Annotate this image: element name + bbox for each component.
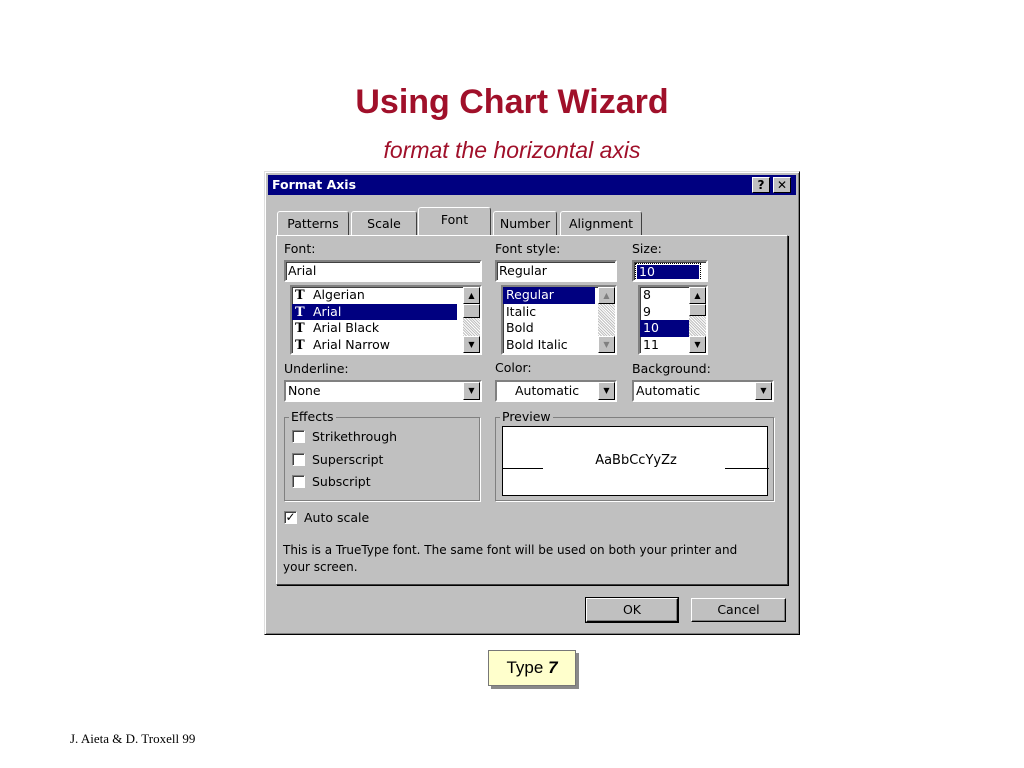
strikethrough-label[interactable]: Strikethrough [312,430,397,444]
superscript-checkbox[interactable] [292,453,305,466]
size-list[interactable]: 8 9 10 11 ▲ ▼ [638,285,708,355]
strikethrough-checkbox[interactable] [292,430,305,443]
size-list-item[interactable]: 10 [640,320,689,337]
color-value: Automatic [515,383,580,398]
scroll-up-icon[interactable]: ▲ [598,287,615,304]
chevron-down-icon[interactable]: ▼ [598,382,615,400]
scroll-up-icon[interactable]: ▲ [463,287,480,304]
truetype-icon: T [295,304,305,320]
color-select[interactable]: Automatic ▼ [495,380,617,402]
tab-scale[interactable]: Scale [351,211,417,235]
effects-label: Effects [289,409,336,424]
dialog-title: Format Axis [272,177,357,192]
preview-box: AaBbCcYyZz [502,426,769,496]
size-list-scrollbar[interactable]: ▲ ▼ [689,287,706,353]
subscript-label[interactable]: Subscript [312,475,371,489]
preview-label: Preview [500,409,553,424]
scroll-down-icon[interactable]: ▼ [689,336,706,353]
underline-value: None [288,383,321,398]
font-list[interactable]: T Algerian T Arial T Arial Black T Arial Nar… [290,285,482,355]
callout-prefix: Type [506,658,549,677]
font-list-item[interactable]: T Algerian [292,287,480,304]
font-list-item[interactable]: T Arial Narrow [292,337,480,354]
tab-patterns[interactable]: Patterns [277,211,349,235]
tab-label: Alignment [568,216,634,231]
preview-sample: AaBbCcYyZz [595,453,677,468]
format-axis-dialog: Format Axis ? ✕ Patterns Scale Font Numb… [264,171,800,635]
slide-title: Using Chart Wizard [355,83,669,121]
background-label: Background: [632,361,711,376]
font-label: Font: [284,241,316,256]
font-style-label: Font style: [495,241,561,256]
underline-label: Underline: [284,361,349,376]
callout-value: 7 [548,658,558,677]
close-icon: ✕ [776,178,788,192]
chevron-down-icon[interactable]: ▼ [755,382,772,400]
chevron-down-icon[interactable]: ▼ [463,382,480,400]
preview-baseline-right [725,468,769,469]
scroll-up-icon[interactable]: ▲ [689,287,706,304]
font-info-line-2: your screen. [283,560,358,574]
auto-scale-checkbox[interactable]: ✓ [284,511,297,524]
close-button[interactable]: ✕ [773,177,791,193]
scroll-down-icon[interactable]: ▼ [598,336,615,353]
slide-footer: J. Aieta & D. Troxell 99 [70,731,196,746]
font-style-scrollbar[interactable]: ▲ ▼ [598,287,615,353]
scroll-down-icon[interactable]: ▼ [463,336,480,353]
underline-select[interactable]: None ▼ [284,380,482,402]
tab-label: Font [440,212,469,227]
help-icon: ? [757,178,765,192]
superscript-label[interactable]: Superscript [312,453,383,467]
size-label: Size: [632,241,662,256]
font-list-scrollbar[interactable]: ▲ ▼ [463,287,480,353]
font-list-item[interactable]: T Arial [292,303,457,320]
slide-subtitle: format the horizontal axis [383,137,641,163]
tab-label: Scale [367,216,401,231]
tab-font[interactable]: Font [418,207,491,235]
background-select[interactable]: Automatic ▼ [632,380,774,402]
type-callout: Type 7 [488,650,576,686]
check-icon: ✓ [285,510,296,524]
size-input-value: 10 [635,263,701,280]
font-info-line-1: This is a TrueType font. The same font w… [283,543,738,557]
color-label: Color: [495,360,532,375]
truetype-icon: T [295,288,305,303]
ok-button[interactable]: OK [585,597,679,623]
tab-number[interactable]: Number [493,211,557,235]
scroll-thumb[interactable] [463,304,480,318]
font-input[interactable]: Arial [284,260,482,282]
dialog-titlebar[interactable]: Format Axis ? ✕ [268,175,796,195]
tab-alignment[interactable]: Alignment [560,211,642,235]
font-style-input[interactable]: Regular [495,260,617,282]
size-input[interactable]: 10 [632,260,708,282]
preview-baseline-left [503,468,543,469]
subscript-checkbox[interactable] [292,475,305,488]
auto-scale-label[interactable]: Auto scale [304,511,369,525]
font-list-item[interactable]: T Arial Black [292,320,480,337]
truetype-icon: T [295,337,305,353]
help-button[interactable]: ? [752,177,770,193]
font-style-list[interactable]: Regular Italic Bold Bold Italic ▲ ▼ [501,285,617,355]
tab-label: Number [499,216,551,231]
background-value: Automatic [636,383,701,398]
scroll-thumb[interactable] [689,304,706,316]
truetype-icon: T [295,321,305,336]
tab-label: Patterns [287,216,339,231]
cancel-button[interactable]: Cancel [691,598,786,622]
font-style-list-item[interactable]: Regular [503,287,595,304]
